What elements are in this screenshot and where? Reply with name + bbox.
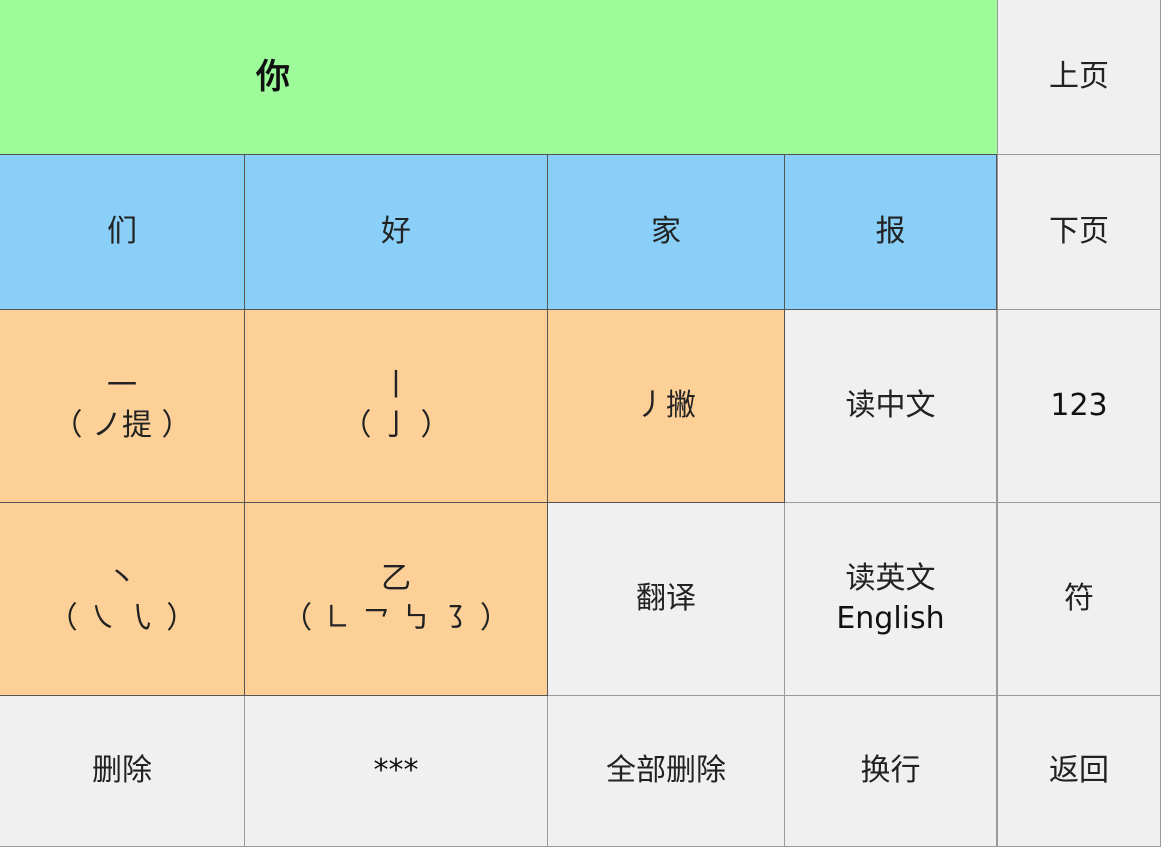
delete-all-label: 全部删除 — [606, 753, 726, 788]
wildcard-button[interactable]: *** — [245, 696, 548, 847]
back-label: 返回 — [1049, 753, 1109, 788]
newline-button[interactable]: 换行 — [785, 696, 997, 847]
stroke-dian-main: 丶 — [107, 561, 137, 596]
read-english-button[interactable]: 读英文 English — [785, 503, 997, 696]
stroke-shu-variants: （ 亅 ） — [341, 408, 451, 443]
read-chinese-button[interactable]: 读中文 — [785, 310, 997, 503]
symbols-label: 符 — [1064, 581, 1094, 616]
next-page-button[interactable]: 下页 — [997, 155, 1161, 310]
newline-label: 换行 — [860, 753, 921, 788]
primary-candidate-label: 你 — [256, 57, 290, 97]
stroke-zhe-main: 乙 — [381, 561, 411, 596]
candidate-label: 们 — [107, 214, 137, 249]
prev-page-label: 上页 — [1049, 59, 1109, 94]
wildcard-label: *** — [373, 753, 419, 788]
stroke-heng-main: 一 — [107, 368, 137, 403]
stroke-dian-variants: （ ㇏ ㇂ ） — [47, 601, 197, 636]
stroke-dian-key[interactable]: 丶 （ ㇏ ㇂ ） — [0, 503, 245, 696]
candidate-label: 好 — [381, 214, 411, 249]
stroke-zhe-key[interactable]: 乙 （ ㇗ ㇖ ㇉ ㇌ ） — [245, 503, 548, 696]
numbers-label: 123 — [1050, 388, 1108, 423]
stroke-heng-key[interactable]: 一 （ ノ提 ） — [0, 310, 245, 503]
candidate-key-1[interactable]: 们 — [0, 155, 245, 310]
delete-all-button[interactable]: 全部删除 — [548, 696, 785, 847]
candidate-label: 家 — [651, 214, 681, 249]
numbers-button[interactable]: 123 — [997, 310, 1161, 503]
stroke-shu-main: 丨 — [381, 368, 411, 403]
read-english-label: 读英文 — [845, 561, 936, 596]
candidate-key-3[interactable]: 家 — [548, 155, 785, 310]
stroke-pie-key[interactable]: 丿撇 — [548, 310, 785, 503]
read-chinese-label: 读中文 — [845, 388, 936, 423]
stroke-heng-variants: （ ノ提 ） — [52, 408, 192, 443]
candidate-key-4[interactable]: 报 — [785, 155, 997, 310]
symbols-button[interactable]: 符 — [997, 503, 1161, 696]
delete-button[interactable]: 删除 — [0, 696, 245, 847]
candidate-key-2[interactable]: 好 — [245, 155, 548, 310]
translate-label: 翻译 — [636, 581, 696, 616]
stroke-pie-main: 丿撇 — [636, 388, 696, 423]
primary-candidate-key[interactable]: 你 — [0, 0, 997, 155]
handwriting-stroke-keyboard: 你 上页 们 好 家 报 下页 一 （ ノ提 ） 丨 （ 亅 ） 丿撇 读中文 … — [0, 0, 1161, 847]
read-english-sublabel: English — [836, 601, 945, 636]
candidate-label: 报 — [875, 214, 906, 249]
back-button[interactable]: 返回 — [997, 696, 1161, 847]
stroke-zhe-variants: （ ㇗ ㇖ ㇉ ㇌ ） — [282, 601, 510, 636]
translate-button[interactable]: 翻译 — [548, 503, 785, 696]
delete-label: 删除 — [92, 753, 152, 788]
next-page-label: 下页 — [1049, 214, 1109, 249]
stroke-shu-key[interactable]: 丨 （ 亅 ） — [245, 310, 548, 503]
prev-page-button[interactable]: 上页 — [997, 0, 1161, 155]
